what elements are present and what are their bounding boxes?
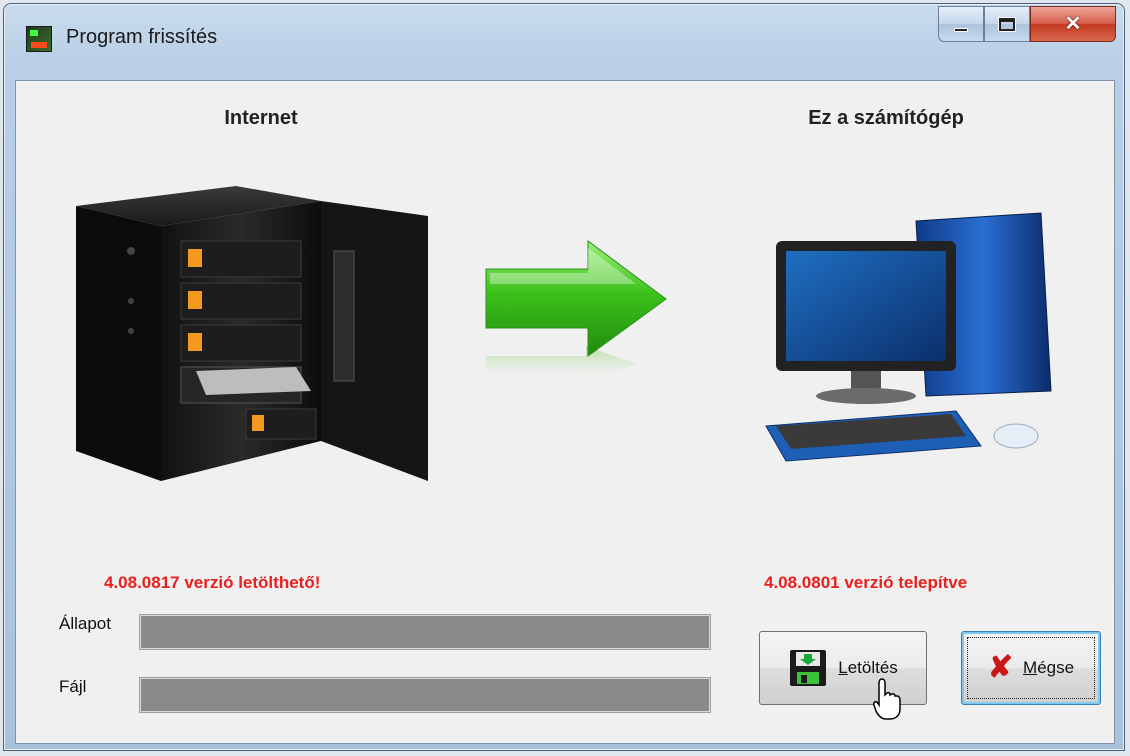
cancel-label-rest: égse (1037, 658, 1075, 677)
caption-buttons: ✕ (938, 6, 1116, 42)
state-label: Állapot (59, 614, 111, 633)
cancel-button-label: Mégse (1023, 658, 1074, 678)
minimize-icon (954, 28, 968, 32)
green-arrow-icon (485, 240, 667, 382)
remote-version-status: 4.08.0817 verzió letölthető! (104, 573, 321, 592)
window-title: Program frissítés (66, 26, 218, 48)
floppy-disk-download-icon (790, 650, 827, 686)
download-label-rest: etöltés (847, 658, 898, 677)
title-bar[interactable]: Program frissítés ✕ (4, 4, 1124, 80)
minimize-button[interactable] (938, 6, 984, 42)
nas-server-icon (76, 186, 428, 481)
cancel-mnemonic: M (1023, 658, 1038, 677)
local-version-status: 4.08.0801 verzió telepítve (764, 573, 968, 592)
download-button-label: Letöltés (838, 658, 898, 678)
app-icon[interactable] (26, 26, 52, 52)
desktop-computer-icon (765, 212, 1052, 462)
cancel-button[interactable]: ✘ Mégse (961, 631, 1101, 705)
red-x-icon: ✘ (987, 651, 1014, 684)
update-window: Program frissítés ✕ Internet Ez a számít… (3, 3, 1125, 751)
close-button[interactable]: ✕ (1030, 6, 1116, 42)
client-area: Internet Ez a számítógép 4.08.0817 verzi… (15, 80, 1115, 744)
maximize-icon (999, 17, 1015, 31)
close-icon: ✕ (1064, 13, 1082, 35)
file-label: Fájl (59, 677, 87, 696)
internet-heading: Internet (224, 107, 298, 129)
download-mnemonic: L (838, 658, 848, 677)
state-progress-bar (140, 615, 710, 649)
file-progress-bar (140, 678, 710, 712)
computer-heading: Ez a számítógép (808, 107, 964, 129)
mouse-pointer-icon (873, 678, 901, 720)
maximize-button[interactable] (984, 6, 1030, 42)
